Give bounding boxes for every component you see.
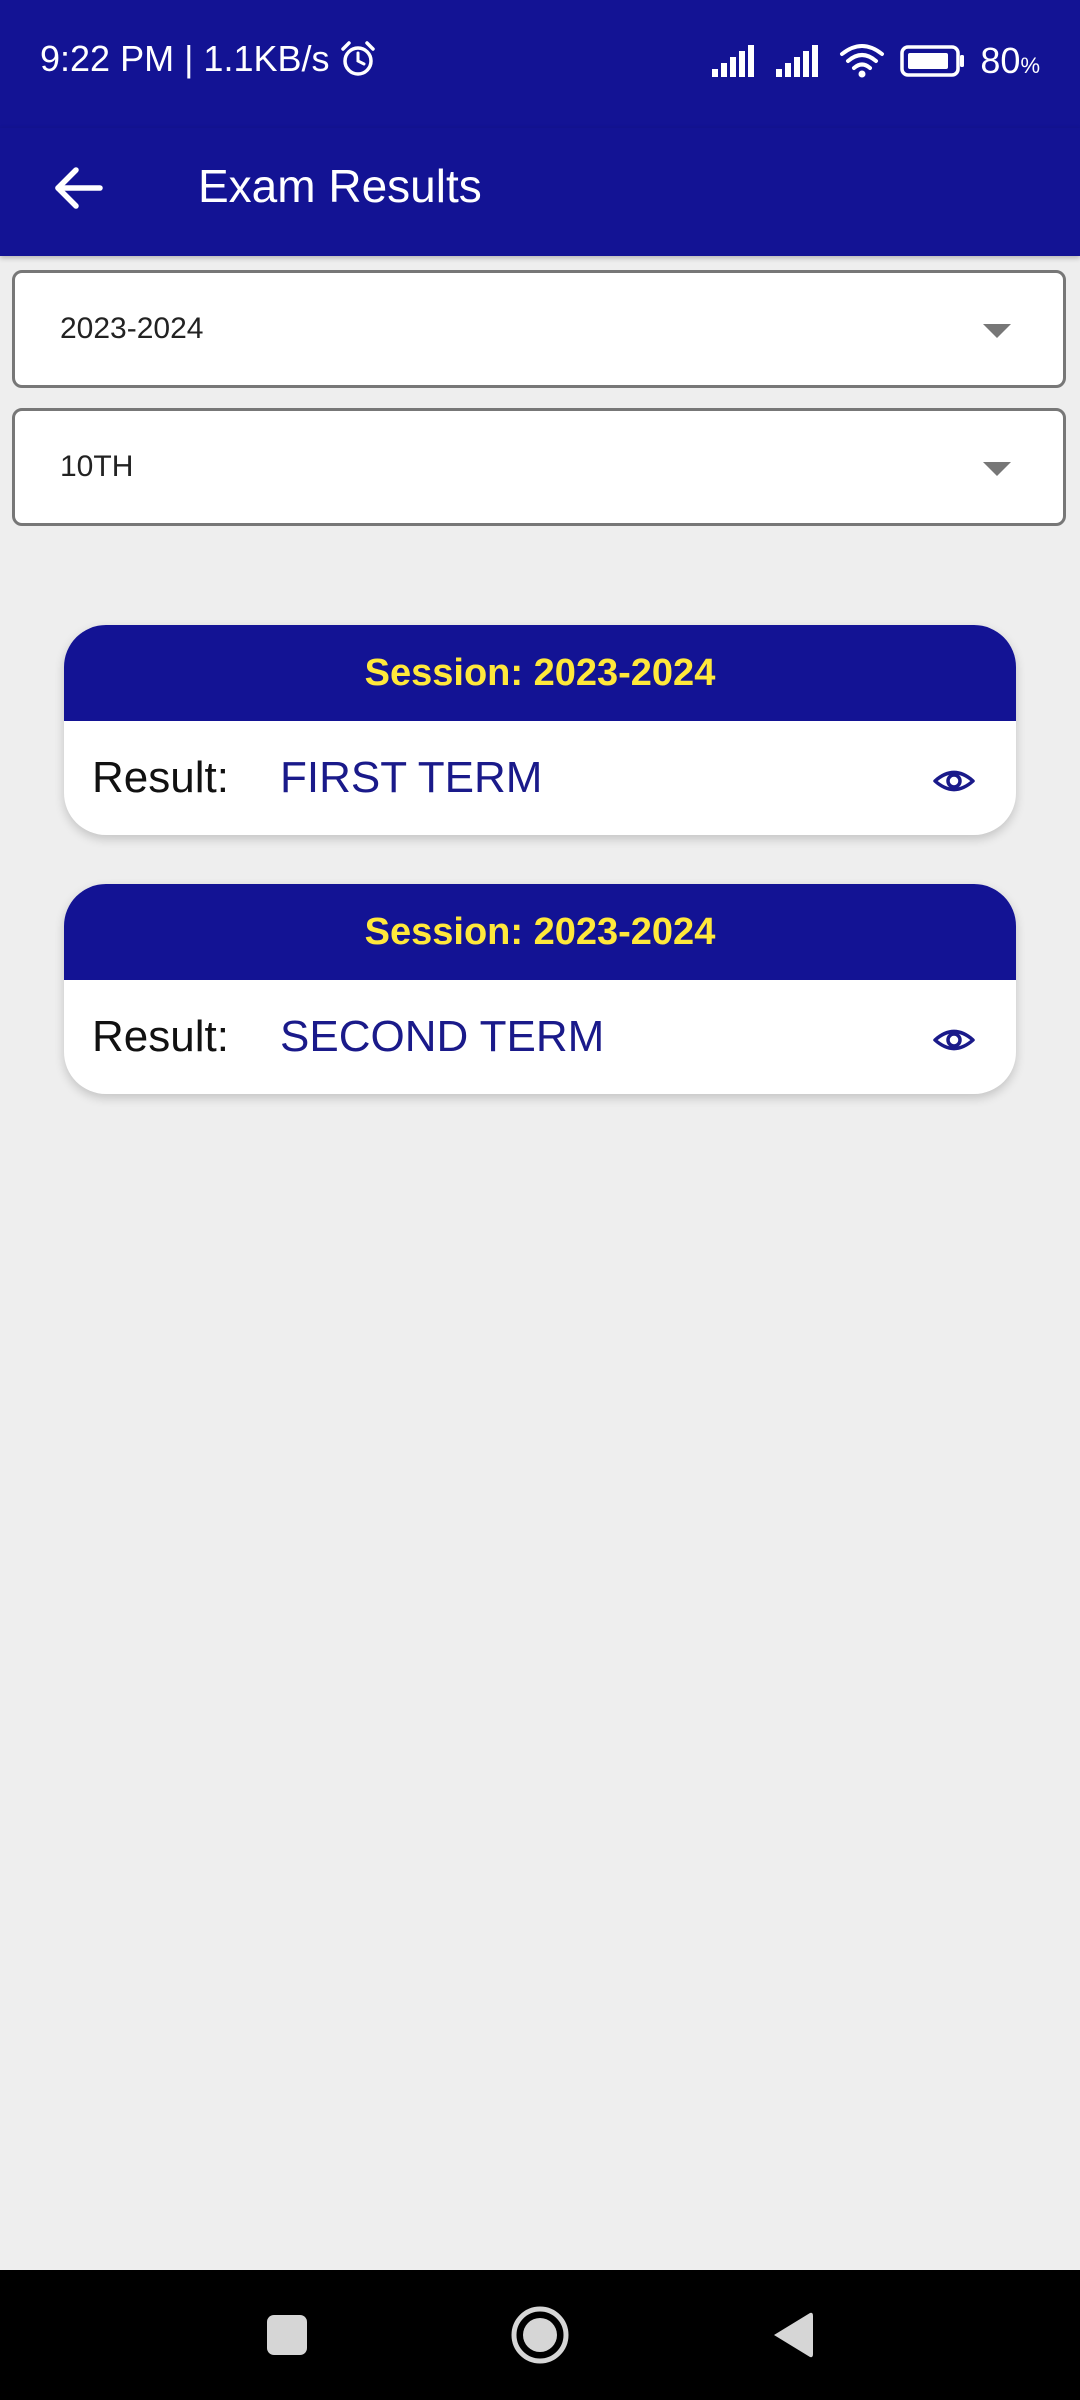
signal-icon [774, 43, 824, 79]
result-term: FIRST TERM [280, 753, 543, 802]
battery-value: 80 [980, 40, 1021, 81]
app-bar: Exam Results [0, 128, 1080, 256]
page-title: Exam Results [198, 160, 482, 212]
status-left: 9:22 PM | 1.1KB/s [40, 38, 378, 80]
alarm-icon [338, 39, 378, 79]
battery-icon [900, 44, 966, 78]
system-nav-bar [0, 2270, 1080, 2400]
status-right: 80% [710, 40, 1040, 82]
result-label: Result: [92, 1012, 229, 1061]
session-dropdown[interactable]: 2023-2024 [12, 270, 1066, 388]
back-button[interactable] [40, 150, 116, 226]
wifi-icon [838, 42, 886, 80]
status-bar: 9:22 PM | 1.1KB/s 80% [0, 0, 1080, 128]
session-label: Session: 2023-2024 [364, 651, 716, 694]
result-card: Session: 2023-2024 Result: FIRST TERM [64, 625, 1016, 835]
class-dropdown-value: 10TH [60, 450, 134, 483]
result-card: Session: 2023-2024 Result: SECOND TERM [64, 884, 1016, 1094]
circle-icon [511, 2306, 569, 2364]
signal-icon [710, 43, 760, 79]
status-time-speed: 9:22 PM | 1.1KB/s [40, 38, 330, 79]
result-term: SECOND TERM [280, 1012, 605, 1061]
arrow-left-icon [55, 167, 103, 209]
session-dropdown-value: 2023-2024 [60, 312, 204, 345]
result-card-body: Result: SECOND TERM [64, 980, 1016, 1094]
view-result-button[interactable] [928, 755, 980, 807]
battery-percentage: 80% [980, 40, 1040, 82]
battery-unit: % [1020, 53, 1040, 78]
result-card-header: Session: 2023-2024 [64, 625, 1016, 721]
chevron-down-icon [983, 324, 1011, 338]
nav-back-button[interactable] [758, 2300, 828, 2370]
view-result-button[interactable] [928, 1014, 980, 1066]
class-dropdown[interactable]: 10TH [12, 408, 1066, 526]
result-card-body: Result: FIRST TERM [64, 721, 1016, 835]
result-label: Result: [92, 753, 229, 802]
recents-button[interactable] [252, 2300, 322, 2370]
square-icon [267, 2315, 307, 2355]
chevron-down-icon [983, 462, 1011, 476]
eye-icon [933, 770, 975, 792]
eye-icon [933, 1029, 975, 1051]
session-label: Session: 2023-2024 [364, 910, 716, 953]
home-button[interactable] [505, 2300, 575, 2370]
triangle-icon [774, 2312, 813, 2358]
result-card-header: Session: 2023-2024 [64, 884, 1016, 980]
